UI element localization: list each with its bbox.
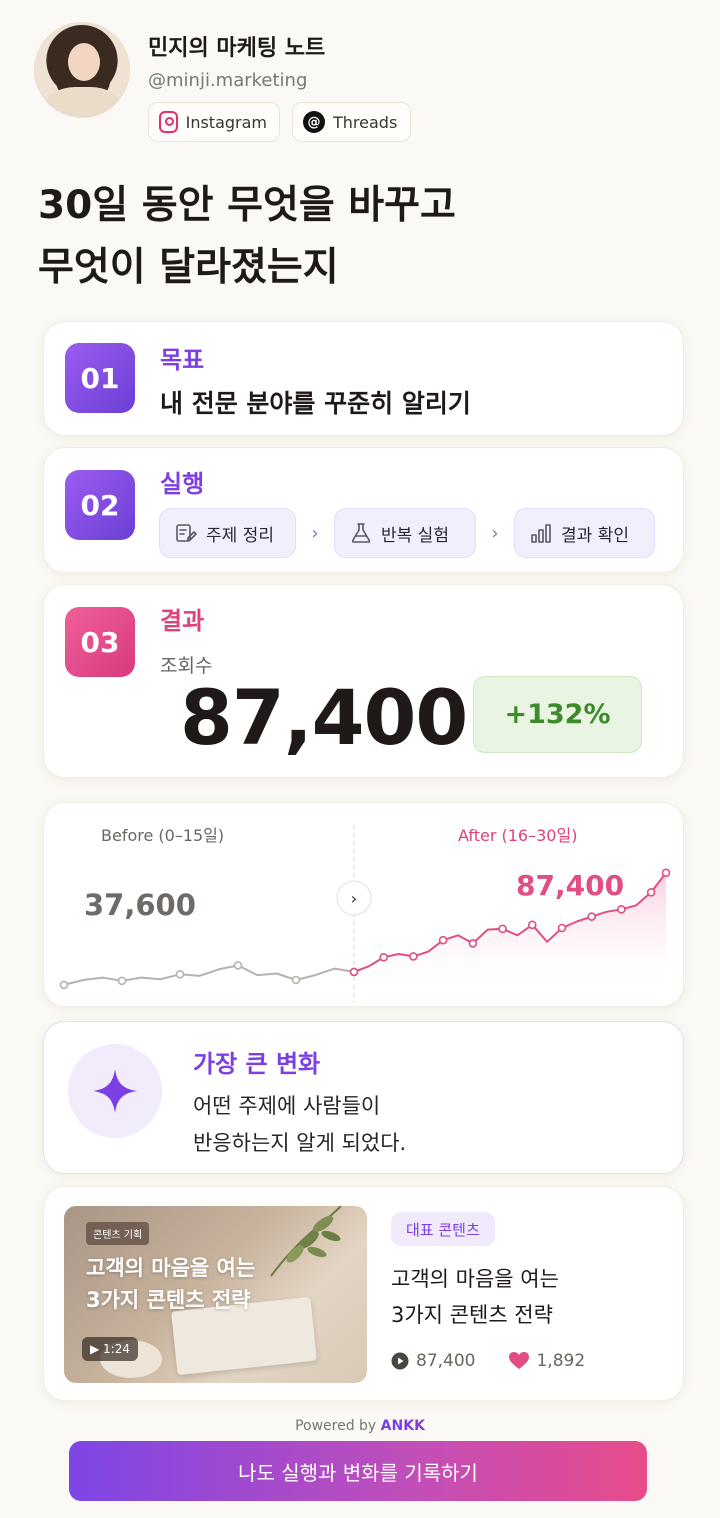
insight-label: 가장 큰 변화: [193, 1050, 321, 1078]
heart-icon: [509, 1352, 530, 1370]
views-value: 87,400: [180, 673, 468, 762]
after-series-point: [438, 935, 448, 945]
edit-note-icon: [176, 524, 197, 542]
powered-by: Powered by ANKK: [0, 1418, 720, 1434]
action-card: 02 실행 주제 정리 › 반복 실험 › 결과 확인: [43, 447, 684, 573]
video-thumbnail[interactable]: 콘텐츠 기획 고객의 마음을 여는 3가지 콘텐츠 전략 ▶ 1:24: [64, 1206, 367, 1383]
featured-title-line-2: 3가지 콘텐츠 전략: [391, 1303, 553, 1327]
step-topic-label: 주제 정리: [206, 525, 274, 546]
featured-title-line-1: 고객의 마음을 여는: [391, 1267, 559, 1291]
chart-toggle-button[interactable]: ›: [336, 880, 372, 916]
profile-handle: @minji.marketing: [148, 70, 308, 91]
insight-text: 어떤 주제에 사람들이 반응하는지 알게 되었다.: [193, 1088, 406, 1162]
step-experiment[interactable]: 반복 실험: [334, 508, 476, 558]
result-label: 결과: [160, 607, 205, 635]
action-label: 실행: [160, 470, 205, 498]
profile-header: 민지의 마케팅 노트 @minji.marketing Instagram @ …: [34, 22, 684, 147]
avatar: [34, 22, 130, 118]
before-series-line: [63, 964, 355, 986]
goal-text: 내 전문 분야를 꾸준히 알리기: [160, 389, 471, 418]
play-icon: [391, 1352, 409, 1370]
views-line-chart: Before (0–15일) After (16–30일) 37,600 87,…: [59, 825, 671, 1003]
featured-stats: 87,400 1,892: [391, 1351, 585, 1371]
chevron-right-icon: ›: [351, 889, 357, 908]
threads-label: Threads: [333, 112, 398, 132]
page-title-line-1: 30일 동안 무엇을 바꾸고: [38, 183, 456, 228]
goal-card: 01 목표 내 전문 분야를 꾸준히 알리기: [43, 321, 684, 436]
after-series-point: [646, 888, 656, 897]
before-series-point: [291, 975, 301, 985]
step-arrow: ›: [491, 522, 499, 544]
video-duration: ▶ 1:24: [82, 1337, 138, 1361]
step-topic[interactable]: 주제 정리: [159, 508, 296, 558]
before-label: Before (0–15일): [101, 826, 224, 845]
insight-line-2: 반응하는지 알게 되었다.: [193, 1131, 407, 1155]
before-series-point: [233, 961, 243, 970]
threads-link[interactable]: @ Threads: [292, 102, 411, 142]
after-series-point: [379, 953, 389, 962]
insight-card: 가장 큰 변화 어떤 주제에 사람들이 반응하는지 알게 되었다.: [43, 1021, 684, 1174]
featured-title: 고객의 마음을 여는 3가지 콘텐츠 전략: [391, 1261, 559, 1333]
featured-content-card[interactable]: 콘텐츠 기획 고객의 마음을 여는 3가지 콘텐츠 전략 ▶ 1:24 대표 콘…: [43, 1186, 684, 1401]
sparkle-icon: [93, 1069, 137, 1113]
plant-leaves-decoration: [270, 1206, 342, 1277]
before-series: [59, 961, 359, 990]
after-value: 87,400: [516, 869, 624, 902]
after-series-point: [468, 939, 478, 948]
after-series-point: [661, 868, 671, 878]
after-series-point: [557, 923, 567, 933]
thumbnail-tag: 콘텐츠 기획: [86, 1222, 150, 1245]
before-series-point: [175, 970, 185, 979]
page-title-line-2: 무엇이 달라졌는지: [38, 245, 339, 290]
featured-views: 87,400: [416, 1351, 476, 1371]
profile-name: 민지의 마케팅 노트: [148, 36, 326, 61]
action-number-badge: 02: [65, 470, 135, 540]
growth-badge: +132%: [473, 676, 642, 753]
after-series-point: [349, 967, 359, 977]
step-arrow: ›: [311, 522, 319, 544]
record-cta-button[interactable]: 나도 실행과 변화를 기록하기: [69, 1441, 647, 1501]
comparison-chart-card: Before (0–15일) After (16–30일) 37,600 87,…: [43, 802, 684, 1007]
featured-tag: 대표 콘텐츠: [391, 1212, 495, 1246]
after-series-point: [409, 952, 418, 961]
step-result[interactable]: 결과 확인: [514, 508, 655, 558]
thumbnail-title: 고객의 마음을 여는 3가지 콘텐츠 전략: [86, 1252, 255, 1316]
thumbnail-title-line-1: 고객의 마음을 여는: [86, 1256, 256, 1280]
insight-line-1: 어떤 주제에 사람들이: [193, 1094, 381, 1118]
instagram-link[interactable]: Instagram: [148, 102, 280, 142]
action-steps: 주제 정리 › 반복 실험 › 결과 확인: [159, 508, 655, 558]
result-card: 03 결과 조회수 87,400 +132%: [43, 584, 684, 778]
flask-icon: [351, 523, 371, 543]
step-experiment-label: 반복 실험: [381, 525, 449, 546]
instagram-label: Instagram: [185, 112, 267, 132]
before-value: 37,600: [84, 888, 196, 922]
page-title: 30일 동안 무엇을 바꾸고 무엇이 달라졌는지: [38, 175, 678, 299]
before-series-point: [117, 976, 127, 986]
featured-likes: 1,892: [536, 1351, 586, 1371]
brand-link[interactable]: ANKK: [381, 1418, 425, 1434]
after-series-point: [498, 924, 507, 934]
step-result-label: 결과 확인: [561, 525, 629, 546]
instagram-icon: [159, 111, 178, 133]
goal-number-badge: 01: [65, 343, 135, 413]
threads-icon: @: [303, 111, 325, 133]
thumbnail-title-line-2: 3가지 콘텐츠 전략: [86, 1288, 251, 1312]
after-series-point: [587, 912, 597, 921]
after-series-point: [527, 920, 537, 930]
sparkle-badge: [68, 1044, 162, 1138]
before-series-point: [59, 980, 69, 990]
bar-chart-icon: [531, 524, 551, 543]
result-number-badge: 03: [65, 607, 135, 677]
after-label: After (16–30일): [458, 826, 577, 845]
after-series-point: [617, 905, 626, 914]
goal-label: 목표: [160, 346, 205, 374]
powered-prefix: Powered by: [295, 1418, 381, 1434]
